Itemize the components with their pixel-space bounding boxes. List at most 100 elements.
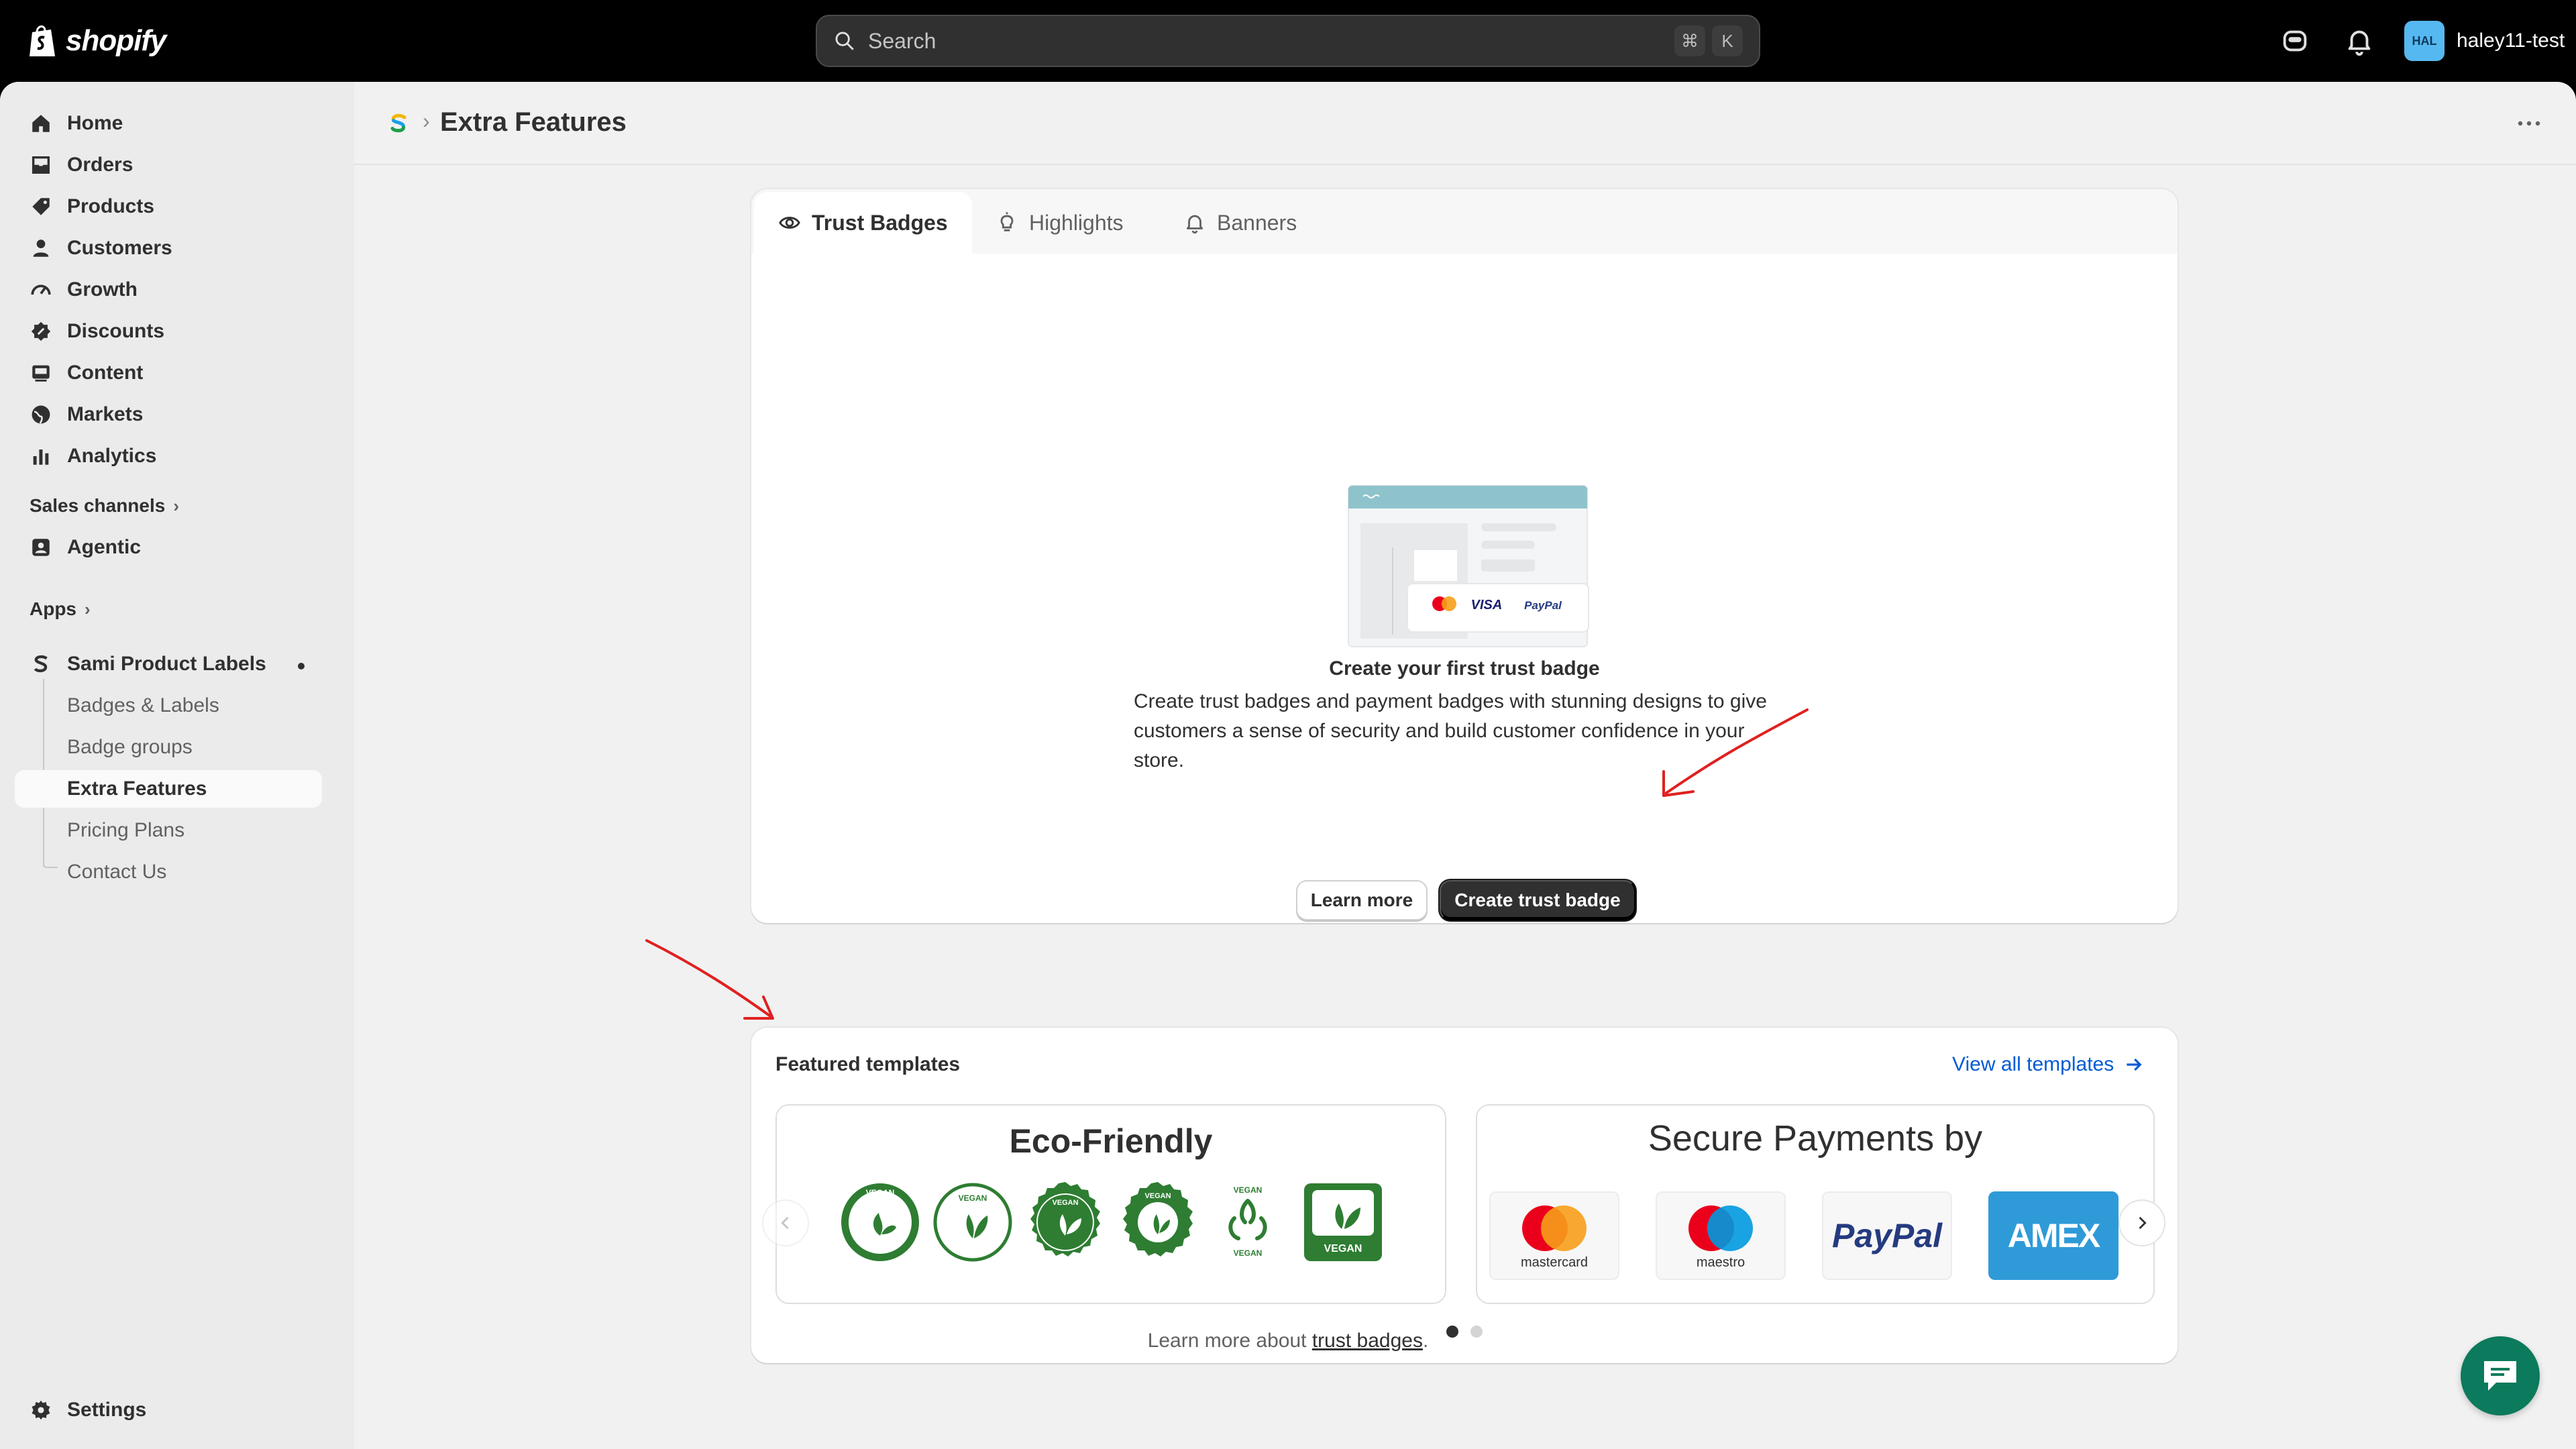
sidebar-subitem-contact-us[interactable]: Contact Us (67, 853, 166, 891)
vegan-badge-icon: VEGAN (1123, 1182, 1193, 1256)
sidebar-subitem-pricing-plans[interactable]: Pricing Plans (67, 812, 184, 849)
carousel-prev-button[interactable] (762, 1199, 809, 1246)
user-name: haley11-test (2457, 30, 2565, 52)
sidebar-item-label: Content (67, 362, 144, 384)
bell-icon (1186, 215, 1203, 234)
tab-banners[interactable]: Banners (1183, 192, 1297, 254)
sidebar-item-label: Discounts (67, 320, 165, 342)
badge-text: VEGAN (959, 1193, 987, 1203)
mastercard-logo: mastercard (1489, 1191, 1619, 1280)
gauge-icon (31, 284, 51, 295)
sidebar: Home Orders Products Customers Growth Di… (0, 82, 354, 1449)
bell-icon[interactable] (2344, 25, 2375, 56)
sidebar-item-label: Settings (67, 1399, 147, 1421)
badge-text: VEGAN (1234, 1248, 1263, 1258)
vegan-badge-icon: VEGAN (1304, 1183, 1382, 1261)
chat-icon (2484, 1361, 2516, 1391)
vegan-badge-icon: VEGAN VEGAN (1228, 1185, 1267, 1258)
inbox-icon (32, 156, 50, 174)
sidebar-item-orders[interactable]: Orders (15, 146, 322, 184)
template-title: Eco-Friendly (1009, 1122, 1213, 1160)
template-card-eco-friendly[interactable]: Eco-Friendly VEGAN VEGAN VEGAN VEGAN VEG… (775, 1104, 1446, 1304)
template-title: Secure Payments by (1648, 1118, 1983, 1159)
sidebar-item-agentic[interactable]: Agentic (15, 529, 322, 566)
chat-button[interactable] (2461, 1336, 2540, 1415)
sidebar-item-label: Analytics (67, 445, 157, 467)
search-icon (835, 32, 854, 50)
sidebar-item-label: Agentic (67, 536, 142, 558)
more-actions-icon[interactable] (2516, 117, 2542, 130)
home-icon (32, 115, 50, 132)
lightbulb-icon (1000, 212, 1014, 231)
sidebar-subitem-extra-features[interactable]: Extra Features (15, 770, 322, 808)
sales-channels-heading[interactable]: Sales channels › (30, 495, 179, 517)
sidebar-item-customers[interactable]: Customers (15, 229, 322, 267)
footer-prefix: Learn more about (1147, 1330, 1312, 1352)
tab-label: Trust Badges (812, 210, 948, 235)
featured-templates-card: Featured templates View all templates Ec… (751, 1028, 2178, 1363)
vegan-badge-icon: VEGAN (933, 1183, 1012, 1262)
sidebar-item-sami-product-labels[interactable]: Sami Product Labels (15, 645, 322, 683)
carousel-next-button[interactable] (2118, 1199, 2165, 1246)
sidebar-item-products[interactable]: Products (15, 188, 322, 225)
tab-highlights[interactable]: Highlights (996, 192, 1124, 254)
chevron-right-icon (2139, 1216, 2147, 1230)
admin-frame: Home Orders Products Customers Growth Di… (0, 82, 2576, 1449)
sidebar-item-growth[interactable]: Growth (15, 271, 322, 309)
sidebar-item-label: Home (67, 112, 123, 134)
chevron-left-icon (781, 1216, 789, 1230)
view-all-templates-link[interactable]: View all templates (1952, 1053, 2145, 1076)
footer-suffix: . (1422, 1330, 1429, 1352)
mastercard-circles-icon (1522, 1205, 1587, 1251)
sidebar-item-analytics[interactable]: Analytics (15, 437, 322, 475)
search-bar[interactable]: Search ⌘ K (816, 15, 1760, 67)
shopify-logo[interactable]: shopify (27, 20, 166, 62)
person-icon (33, 239, 49, 257)
sami-app-icon[interactable] (386, 111, 411, 136)
brand-name: shopify (66, 24, 166, 57)
sidebar-item-label: Customers (67, 237, 172, 259)
tab-label: Banners (1217, 210, 1297, 235)
sidebar-item-settings[interactable]: Settings (15, 1391, 322, 1429)
arrow-right-icon (2127, 1058, 2142, 1071)
tab-label: Highlights (1029, 210, 1124, 235)
tag-icon (32, 198, 50, 215)
visa-logo: VISA (1471, 598, 1503, 612)
sales-channels-label: Sales channels (30, 495, 166, 516)
sami-app-icon (34, 655, 48, 673)
page-header: › Extra Features (354, 82, 2576, 165)
footer-note: Learn more about trust badges. (0, 1330, 2576, 1352)
sidebar-subitem-badge-groups[interactable]: Badge groups (67, 729, 193, 766)
gear-icon (32, 1400, 50, 1420)
sidebar-item-home[interactable]: Home (15, 105, 322, 142)
sidebar-item-discounts[interactable]: Discounts (15, 313, 322, 350)
tab-trust-badges[interactable]: Trust Badges (754, 192, 972, 254)
create-trust-badge-button[interactable]: Create trust badge (1440, 880, 1635, 920)
trust-badges-link[interactable]: trust badges (1312, 1330, 1423, 1352)
sidekick-icon[interactable] (2279, 25, 2310, 56)
chevron-right-icon: › (173, 495, 180, 516)
sidebar-item-markets[interactable]: Markets (15, 396, 322, 433)
learn-more-button[interactable]: Learn more (1296, 880, 1428, 920)
badge-text: VEGAN (1052, 1199, 1078, 1207)
badge-text: VEGAN (1324, 1243, 1362, 1254)
tab-bar: Trust Badges Highlights Banners (751, 189, 2178, 254)
featured-templates-title: Featured templates (775, 1053, 961, 1075)
trust-badges-card: Trust Badges Highlights Banners VISA Pay… (751, 189, 2178, 923)
sidebar-subitem-badges-labels[interactable]: Badges & Labels (67, 687, 219, 724)
paypal-logo: PayPal (1822, 1191, 1952, 1280)
shopify-bag-icon (30, 25, 55, 56)
maestro-logo: maestro (1656, 1191, 1786, 1280)
empty-state-description: Create trust badges and payment badges w… (1134, 690, 1767, 771)
chevron-right-icon: › (85, 598, 91, 619)
sidebar-item-content[interactable]: Content (15, 354, 322, 392)
top-bar: shopify Search ⌘ K HAL haley11-test (0, 0, 2576, 82)
maestro-label: maestro (1696, 1254, 1746, 1270)
sidebar-item-label: Sami Product Labels (67, 653, 266, 675)
mastercard-label: mastercard (1520, 1254, 1589, 1270)
user-menu[interactable]: HAL haley11-test (2404, 20, 2565, 62)
apps-heading[interactable]: Apps › (30, 598, 91, 620)
template-card-secure-payments[interactable]: Secure Payments by mastercard maestro Pa… (1476, 1104, 2155, 1304)
view-all-label: View all templates (1952, 1053, 2114, 1075)
paypal-logo: PayPal (1524, 599, 1562, 612)
